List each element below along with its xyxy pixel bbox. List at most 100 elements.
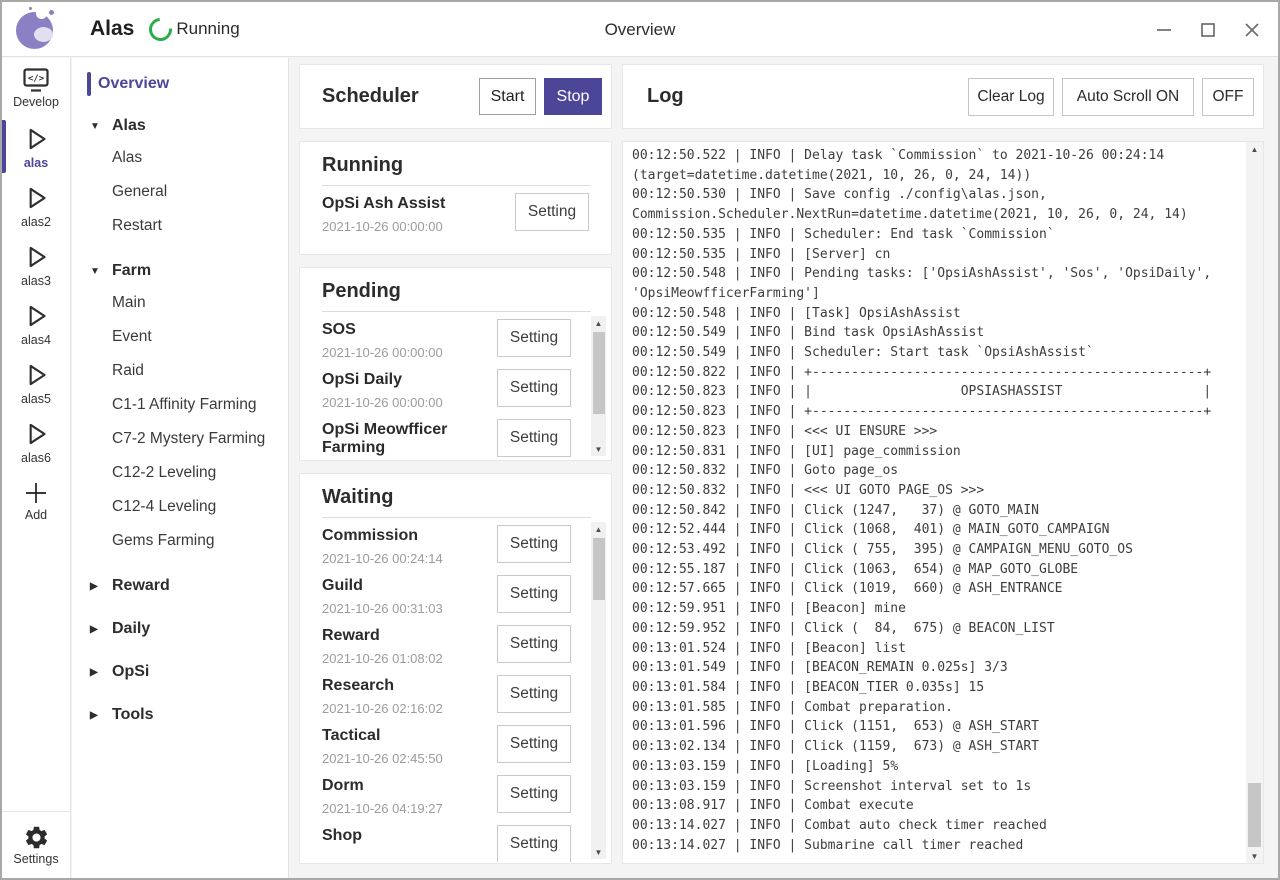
auto-scroll-on-button[interactable]: Auto Scroll ON xyxy=(1062,78,1194,116)
sidebar-item-alas6[interactable]: alas6 xyxy=(2,412,70,471)
sidebar-item-alas3[interactable]: alas3 xyxy=(2,235,70,294)
pending-scrollbar[interactable]: ▲ ▼ xyxy=(591,316,606,456)
task-name: OpSi Daily xyxy=(322,366,494,389)
nav-group-label: OpSi xyxy=(112,663,149,681)
scroll-up-arrow-icon[interactable]: ▲ xyxy=(591,316,606,330)
start-button[interactable]: Start xyxy=(479,78,536,115)
task-setting-button[interactable]: Setting xyxy=(497,675,571,713)
nav-item-raid[interactable]: Raid xyxy=(72,354,288,388)
code-monitor-icon: </> xyxy=(21,67,51,94)
play-icon xyxy=(20,182,52,214)
task-setting-button[interactable]: Setting xyxy=(497,525,571,563)
task-name: Reward xyxy=(322,622,494,645)
app-title: Alas xyxy=(90,17,134,41)
nav-group-daily[interactable]: ▶ Daily xyxy=(72,614,288,644)
chevron-right-icon: ▶ xyxy=(90,624,104,635)
nav-item-general[interactable]: General xyxy=(72,175,288,209)
running-spinner-icon xyxy=(145,13,177,45)
minimize-button[interactable] xyxy=(1148,14,1180,46)
task-setting-button[interactable]: Setting xyxy=(515,193,589,231)
add-instance-button[interactable]: Add xyxy=(2,471,70,530)
nav-item-overview[interactable]: Overview xyxy=(72,70,288,98)
scroll-thumb[interactable] xyxy=(593,538,605,600)
task-setting-button[interactable]: Setting xyxy=(497,319,571,357)
log-scrollbar[interactable]: ▲ ▼ xyxy=(1246,142,1263,863)
task-row: Reward 2021-10-26 01:08:02 Setting xyxy=(322,622,571,672)
chevron-right-icon: ▶ xyxy=(90,667,104,678)
instance-rail: </> Develop alas alas2 alas3 xyxy=(2,58,71,878)
sidebar-item-develop[interactable]: </> Develop xyxy=(2,58,70,117)
scroll-down-arrow-icon[interactable]: ▼ xyxy=(591,845,606,859)
scroll-up-arrow-icon[interactable]: ▲ xyxy=(1246,142,1263,156)
task-row: OpSi Daily 2021-10-26 00:00:00 Setting xyxy=(322,366,571,416)
nav-item-gems-farming[interactable]: Gems Farming xyxy=(72,524,288,558)
nav-menu: Overview ▼ Alas Alas General Restart ▼ F… xyxy=(72,58,289,878)
rail-item-label: alas2 xyxy=(21,215,51,229)
task-setting-button[interactable]: Setting xyxy=(497,825,571,862)
task-row: Research 2021-10-26 02:16:02 Setting xyxy=(322,672,571,722)
log-text: 00:12:50.522 | INFO | Delay task `Commis… xyxy=(623,142,1246,863)
waiting-title: Waiting xyxy=(322,474,591,518)
nav-group-label: Tools xyxy=(112,706,153,724)
sidebar-item-alas2[interactable]: alas2 xyxy=(2,176,70,235)
pending-list: SOS 2021-10-26 00:00:00 Setting OpSi Dai… xyxy=(322,316,571,459)
waiting-scrollbar[interactable]: ▲ ▼ xyxy=(591,522,606,859)
task-row: OpSi Meowfficer Farming Setting xyxy=(322,416,571,459)
rail-item-label: Develop xyxy=(13,95,59,109)
sidebar-item-settings[interactable]: Settings xyxy=(2,811,70,878)
task-row: Dorm 2021-10-26 04:19:27 Setting xyxy=(322,772,571,822)
nav-group-label: Farm xyxy=(112,262,151,280)
task-setting-button[interactable]: Setting xyxy=(497,369,571,407)
nav-item-restart[interactable]: Restart xyxy=(72,209,288,243)
nav-item-event[interactable]: Event xyxy=(72,320,288,354)
nav-group-alas[interactable]: ▼ Alas xyxy=(72,111,288,141)
play-icon xyxy=(20,300,52,332)
running-list: OpSi Ash Assist 2021-10-26 00:00:00 Sett… xyxy=(322,190,589,253)
log-output-area[interactable]: 00:12:50.522 | INFO | Delay task `Commis… xyxy=(622,141,1264,864)
close-button[interactable] xyxy=(1236,14,1268,46)
scroll-thumb[interactable] xyxy=(1248,783,1261,847)
rail-item-label: Add xyxy=(25,508,47,522)
nav-group-reward[interactable]: ▶ Reward xyxy=(72,571,288,601)
clear-log-button[interactable]: Clear Log xyxy=(968,78,1054,116)
main-content: Scheduler Start Stop Running OpSi Ash As… xyxy=(290,58,1278,878)
scroll-thumb[interactable] xyxy=(593,332,605,414)
nav-group-tools[interactable]: ▶ Tools xyxy=(72,700,288,730)
scheduler-title: Scheduler xyxy=(322,85,479,108)
title-bar: Alas Running Overview xyxy=(2,2,1278,57)
gear-icon xyxy=(23,824,50,851)
sidebar-item-alas4[interactable]: alas4 xyxy=(2,294,70,353)
nav-group-opsi[interactable]: ▶ OpSi xyxy=(72,657,288,687)
nav-group-label: Daily xyxy=(112,620,150,638)
nav-item-c12-4-leveling[interactable]: C12-4 Leveling xyxy=(72,490,288,524)
task-name: Commission xyxy=(322,522,494,545)
chevron-down-icon: ▼ xyxy=(90,121,104,132)
sidebar-item-alas[interactable]: alas xyxy=(2,117,70,176)
sidebar-item-alas5[interactable]: alas5 xyxy=(2,353,70,412)
nav-item-main[interactable]: Main xyxy=(72,286,288,320)
play-icon xyxy=(20,123,52,155)
nav-group-farm[interactable]: ▼ Farm xyxy=(72,256,288,286)
stop-button[interactable]: Stop xyxy=(544,78,602,115)
scroll-up-arrow-icon[interactable]: ▲ xyxy=(591,522,606,536)
nav-item-c1-1-affinity-farming[interactable]: C1-1 Affinity Farming xyxy=(72,388,288,422)
task-row: SOS 2021-10-26 00:00:00 Setting xyxy=(322,316,571,366)
task-setting-button[interactable]: Setting xyxy=(497,625,571,663)
running-card: Running OpSi Ash Assist 2021-10-26 00:00… xyxy=(299,141,612,255)
task-setting-button[interactable]: Setting xyxy=(497,725,571,763)
task-name: SOS xyxy=(322,316,494,339)
scroll-down-arrow-icon[interactable]: ▼ xyxy=(1246,849,1263,863)
task-setting-button[interactable]: Setting xyxy=(497,419,571,457)
task-name: OpSi Meowfficer Farming xyxy=(322,416,494,457)
rail-item-label: alas4 xyxy=(21,333,51,347)
nav-item-alas[interactable]: Alas xyxy=(72,141,288,175)
scroll-down-arrow-icon[interactable]: ▼ xyxy=(591,442,606,456)
task-setting-button[interactable]: Setting xyxy=(497,575,571,613)
pending-card: Pending SOS 2021-10-26 00:00:00 Setting … xyxy=(299,267,612,461)
task-setting-button[interactable]: Setting xyxy=(497,775,571,813)
scheduler-status: Running xyxy=(149,18,239,41)
nav-item-c7-2-mystery-farming[interactable]: C7-2 Mystery Farming xyxy=(72,422,288,456)
nav-item-c12-2-leveling[interactable]: C12-2 Leveling xyxy=(72,456,288,490)
auto-scroll-off-button[interactable]: OFF xyxy=(1202,78,1254,116)
maximize-button[interactable] xyxy=(1192,14,1224,46)
